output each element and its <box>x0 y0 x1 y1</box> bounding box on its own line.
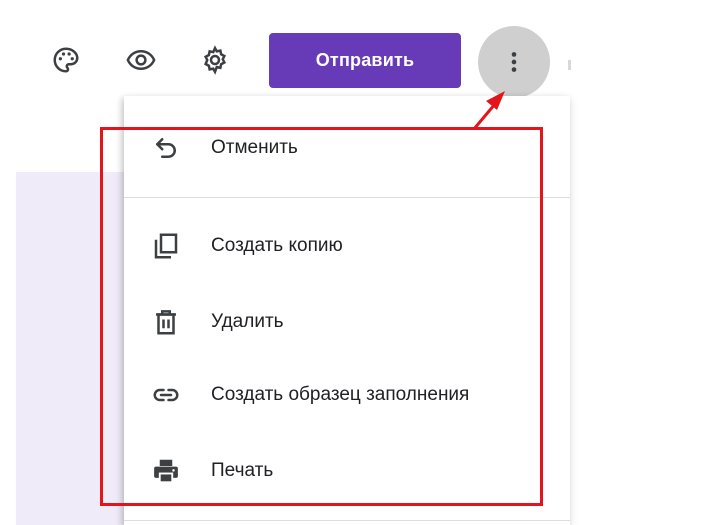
more-vert-icon <box>511 52 517 72</box>
palette-icon[interactable] <box>48 42 84 78</box>
eye-icon[interactable] <box>123 42 159 78</box>
cut-off-element <box>568 60 571 70</box>
more-options-button[interactable] <box>478 26 550 98</box>
menu-bottom-border <box>124 520 570 521</box>
highlight-box <box>100 127 543 506</box>
gear-icon[interactable] <box>197 42 233 78</box>
send-button[interactable]: Отправить <box>269 33 461 88</box>
